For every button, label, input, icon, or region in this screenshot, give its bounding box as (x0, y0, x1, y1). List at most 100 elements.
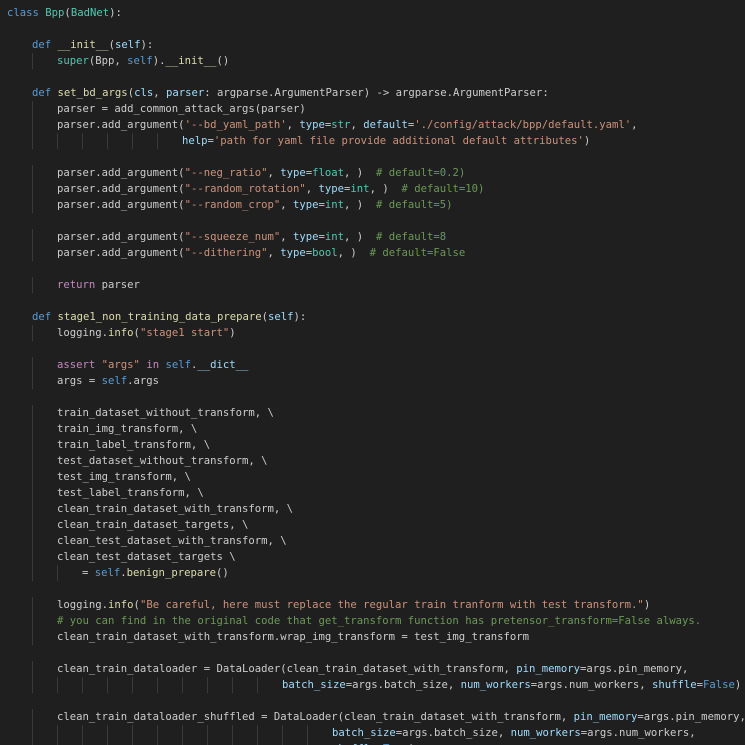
code-token: def (32, 87, 52, 99)
indent-guide (282, 741, 283, 745)
code-token: cls (134, 87, 154, 99)
code-line[interactable]: super(Bpp, self).__init__() (57, 53, 229, 69)
code-token: super (57, 55, 89, 67)
code-line[interactable]: test_dataset_without_transform, \ (57, 453, 267, 469)
code-line[interactable]: train_img_transform, \ (57, 421, 197, 437)
code-line[interactable]: return parser (57, 277, 140, 293)
code-token: (Bpp, (88, 55, 128, 67)
indent-guide (32, 517, 33, 533)
indent-guide (32, 677, 33, 693)
indent-guide (32, 485, 33, 501)
code-token: type (293, 199, 319, 211)
code-line[interactable]: parser.add_argument("--squeeze_num", typ… (57, 229, 446, 245)
indent-guide (107, 677, 108, 693)
indent-guide (107, 741, 108, 745)
code-line[interactable]: = self.benign_prepare() (82, 565, 229, 581)
code-token: =args.pin_memory, (637, 711, 745, 723)
indent-guide (232, 677, 233, 693)
code-line[interactable]: parser.add_argument("--neg_ratio", type=… (57, 165, 465, 181)
code-line[interactable]: clean_train_dataset_with_transform.wrap_… (57, 629, 529, 645)
code-token: , (267, 167, 281, 179)
indent-guide (32, 661, 33, 677)
code-token: parser = add_common_attack_args(parser) (57, 103, 306, 115)
code-token: test_dataset_without_transform, \ (57, 455, 268, 467)
code-token: parser (95, 279, 140, 291)
code-token: , (280, 231, 293, 243)
indent-guide (32, 405, 33, 421)
code-token: parser.add_argument( (57, 199, 185, 211)
code-token: def (32, 311, 52, 323)
code-token: =args.num_workers, (580, 727, 696, 739)
code-line[interactable]: logging.info("Be careful, here must repl… (57, 597, 650, 613)
code-token: type (293, 231, 319, 243)
code-line[interactable]: def stage1_non_training_data_prepare(sel… (32, 309, 306, 325)
code-token: logging. (57, 327, 109, 339)
code-editor[interactable]: class Bpp(BadNet): def __init__(self): sup… (0, 0, 745, 745)
code-token: '--bd_yaml_path' (184, 119, 287, 131)
code-token: parser.add_argument( (57, 231, 185, 243)
indent-guide (57, 133, 58, 149)
indent-guide (82, 741, 83, 745)
indent-guide (32, 709, 33, 725)
indent-guide (132, 133, 133, 149)
code-line[interactable]: test_img_transform, \ (57, 469, 191, 485)
code-token: # default=8 (375, 231, 447, 243)
code-token: "stage1 start" (139, 327, 230, 339)
code-line[interactable]: clean_train_dataloader = DataLoader(clea… (57, 661, 688, 677)
code-line[interactable]: clean_test_dataset_targets \ (57, 549, 236, 565)
code-line[interactable]: parser.add_argument("--random_crop", typ… (57, 197, 452, 213)
code-line[interactable]: clean_test_dataset_with_transform, \ (57, 533, 287, 549)
code-token: num_workers (510, 727, 581, 739)
code-token: , (267, 247, 281, 259)
code-token: parser.add_argument( (57, 119, 185, 131)
code-token: , ) (344, 167, 376, 179)
indent-guide (32, 549, 33, 565)
code-line[interactable]: batch_size=args.batch_size, num_workers=… (282, 677, 741, 693)
code-token: benign_prepare (126, 567, 216, 579)
code-token: test_label_transform, \ (57, 487, 204, 499)
code-token: # default=10) (401, 183, 485, 195)
code-line[interactable]: # you can find in the original code that… (57, 613, 701, 629)
indent-guide (32, 437, 33, 453)
code-token: float (312, 167, 345, 179)
code-line[interactable]: assert "args" in self.__dict__ (57, 357, 248, 373)
code-token: def (32, 39, 52, 51)
code-line[interactable]: parser = add_common_attack_args(parser) (57, 101, 306, 117)
indent-guide (157, 677, 158, 693)
indent-guide (57, 565, 58, 581)
code-line[interactable]: batch_size=args.batch_size, num_workers=… (332, 725, 696, 741)
code-line[interactable]: def set_bd_args(cls, parser: argparse.Ar… (32, 85, 549, 101)
code-token: default (363, 119, 408, 131)
code-token: assert (57, 359, 96, 371)
indent-guide (32, 741, 33, 745)
code-line[interactable]: args = self.args (57, 373, 159, 389)
code-token: type (280, 247, 306, 259)
code-line[interactable]: clean_train_dataloader_shuffled = DataLo… (57, 709, 745, 725)
code-line[interactable]: class Bpp(BadNet): (7, 5, 122, 21)
code-token: in (146, 359, 160, 371)
code-line[interactable]: shuffle=True) (332, 741, 415, 745)
code-line[interactable]: parser.add_argument("--random_rotation",… (57, 181, 484, 197)
indent-guide (157, 741, 158, 745)
code-line[interactable]: train_dataset_without_transform, \ (57, 405, 274, 421)
code-line[interactable]: clean_train_dataset_with_transform, \ (57, 501, 293, 517)
code-token: clean_train_dataset_with_transform.wrap_… (57, 631, 529, 643)
code-line[interactable]: clean_train_dataset_targets, \ (57, 517, 248, 533)
code-line[interactable]: help='path for yaml file provide additio… (182, 133, 590, 149)
code-token: set_bd_args (57, 87, 128, 99)
code-line[interactable]: parser.add_argument("--dithering", type=… (57, 245, 465, 261)
code-line[interactable]: parser.add_argument('--bd_yaml_path', ty… (57, 117, 638, 133)
indent-guide (82, 677, 83, 693)
code-token: batch_size (332, 727, 396, 739)
code-token: "--random_rotation" (184, 183, 306, 195)
code-line[interactable]: train_label_transform, \ (57, 437, 210, 453)
code-line[interactable]: test_label_transform, \ (57, 485, 204, 501)
code-token: __dict__ (197, 359, 249, 371)
indent-guide (32, 117, 33, 133)
code-line[interactable]: def __init__(self): (32, 37, 153, 53)
indent-guide (32, 453, 33, 469)
code-line[interactable]: logging.info("stage1 start") (57, 325, 236, 341)
indent-guide (32, 725, 33, 741)
code-token: , (280, 199, 293, 211)
code-token: , ) (337, 247, 370, 259)
